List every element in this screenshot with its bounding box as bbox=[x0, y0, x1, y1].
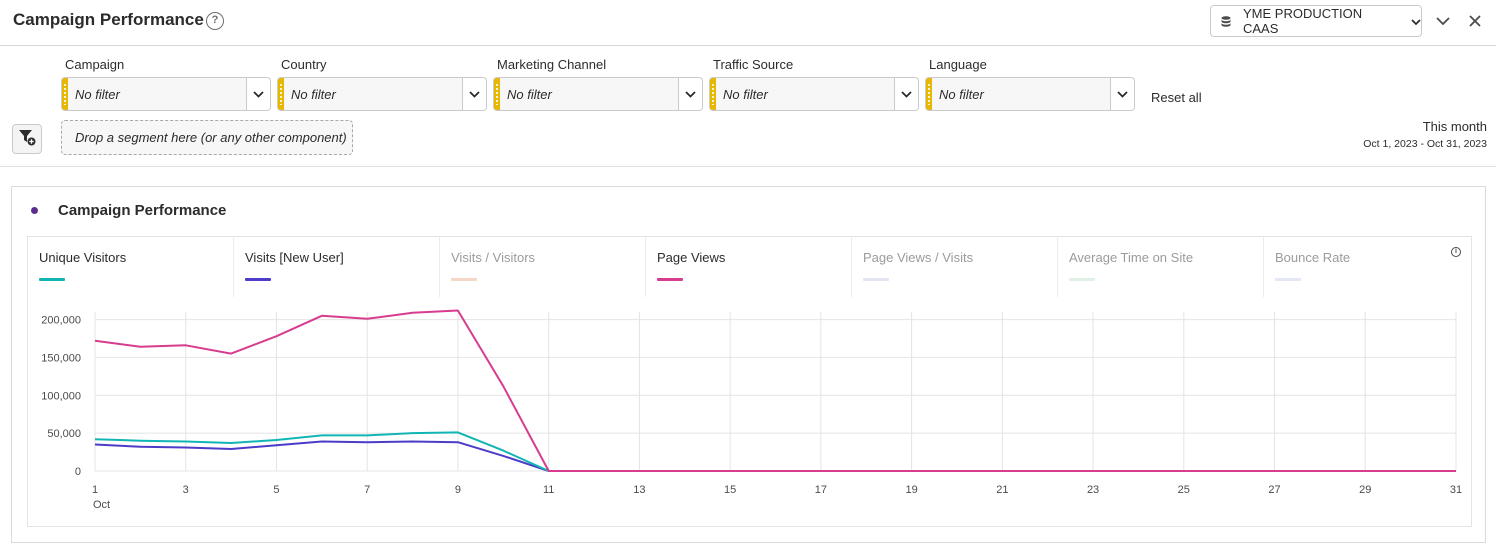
x-tick-label: 9 bbox=[455, 484, 461, 496]
series-line-page-views bbox=[94, 309, 1456, 472]
chevron-down-icon[interactable] bbox=[678, 78, 702, 110]
x-tick-label: 1 bbox=[92, 484, 98, 496]
x-tick-label: 7 bbox=[364, 484, 370, 496]
filter-value: No filter bbox=[291, 87, 336, 102]
x-tick-label: 31 bbox=[1450, 484, 1462, 496]
drag-handle-icon[interactable] bbox=[62, 78, 68, 110]
collapse-chevron-icon[interactable] bbox=[1434, 12, 1452, 30]
date-range-label[interactable]: This month bbox=[1423, 119, 1487, 134]
report-suite-button[interactable]: YME PRODUCTION CAAS bbox=[1210, 5, 1422, 37]
filter-country: Country No filter bbox=[277, 57, 487, 111]
metric-color-swatch bbox=[1275, 278, 1301, 281]
date-range-value[interactable]: Oct 1, 2023 - Oct 31, 2023 bbox=[1363, 138, 1487, 150]
add-segment-filter-button[interactable] bbox=[12, 124, 42, 154]
filter-value: No filter bbox=[75, 87, 120, 102]
metric-label: Page Views bbox=[657, 250, 726, 265]
x-tick-label: 3 bbox=[183, 484, 189, 496]
filter-value: No filter bbox=[939, 87, 984, 102]
metric-color-swatch bbox=[657, 278, 683, 281]
filter-add-icon bbox=[18, 128, 36, 151]
metric-tab[interactable]: Bounce Rate bbox=[1264, 237, 1470, 297]
line-chart: 050,000100,000150,000200,0001 3 5 7 9 11 13 15 1… bbox=[41, 309, 1462, 511]
x-axis-month-label: Oct bbox=[93, 499, 110, 511]
filter-dropdown[interactable]: No filter bbox=[925, 77, 1135, 111]
campaign-performance-panel: Campaign Performance Bounce Rate Average … bbox=[11, 186, 1486, 543]
filter-label: Traffic Source bbox=[713, 57, 794, 72]
y-tick-label: 200,000 bbox=[41, 315, 81, 327]
info-icon[interactable]: i bbox=[1451, 247, 1461, 257]
filter-label: Language bbox=[929, 57, 987, 72]
x-tick-label: 27 bbox=[1268, 484, 1280, 496]
filter-marketing-channel: Marketing Channel No filter bbox=[493, 57, 703, 111]
x-tick-label: 13 bbox=[633, 484, 645, 496]
chevron-down-icon[interactable] bbox=[894, 78, 918, 110]
filter-dropdown[interactable]: No filter bbox=[709, 77, 919, 111]
metric-color-swatch bbox=[451, 278, 477, 281]
metric-tab[interactable]: Visits / Visitors bbox=[440, 237, 646, 297]
drag-handle-icon[interactable] bbox=[278, 78, 284, 110]
metric-tab[interactable]: Page Views / Visits bbox=[852, 237, 1058, 297]
page-title: Campaign Performance bbox=[13, 10, 204, 29]
metric-label: Visits [New User] bbox=[245, 250, 344, 265]
x-tick-label: 19 bbox=[905, 484, 917, 496]
filter-dropdown[interactable]: No filter bbox=[277, 77, 487, 111]
filter-dropdown[interactable]: No filter bbox=[61, 77, 271, 111]
x-tick-label: 25 bbox=[1178, 484, 1190, 496]
metric-label: Unique Visitors bbox=[39, 250, 127, 265]
x-tick-label: 17 bbox=[815, 484, 827, 496]
filter-dropdown[interactable]: No filter bbox=[493, 77, 703, 111]
metric-tab[interactable]: Visits [New User] bbox=[234, 237, 440, 297]
filter-language: Language No filter bbox=[925, 57, 1135, 111]
metric-color-swatch bbox=[245, 278, 271, 281]
y-tick-label: 0 bbox=[75, 466, 81, 478]
x-tick-label: 11 bbox=[543, 484, 554, 496]
y-tick-label: 50,000 bbox=[47, 428, 81, 440]
metric-label: Average Time on Site bbox=[1069, 250, 1194, 265]
chevron-down-icon[interactable] bbox=[1110, 78, 1134, 110]
filter-bar: Campaign No filter Country No filter Mar… bbox=[0, 47, 1496, 167]
x-tick-label: 23 bbox=[1087, 484, 1099, 496]
help-icon[interactable]: ? bbox=[206, 12, 224, 30]
filter-value: No filter bbox=[507, 87, 552, 102]
filter-label: Marketing Channel bbox=[497, 57, 607, 72]
panel-status-dot bbox=[31, 207, 38, 214]
filter-label: Country bbox=[281, 57, 327, 72]
x-tick-label: 5 bbox=[273, 484, 279, 496]
segment-drop-zone[interactable]: Drop a segment here (or any other compon… bbox=[61, 120, 353, 155]
database-icon bbox=[1221, 15, 1231, 27]
metric-color-swatch bbox=[39, 278, 65, 281]
chevron-down-icon bbox=[1411, 14, 1421, 29]
filter-value: No filter bbox=[723, 87, 768, 102]
panel-title: Campaign Performance bbox=[58, 202, 227, 219]
metric-tab[interactable]: Unique Visitors bbox=[28, 237, 234, 297]
close-icon[interactable] bbox=[1466, 12, 1484, 30]
filter-label: Campaign bbox=[65, 57, 125, 72]
drag-handle-icon[interactable] bbox=[926, 78, 932, 110]
chevron-down-icon[interactable] bbox=[246, 78, 270, 110]
metric-color-swatch bbox=[1069, 278, 1095, 281]
metric-label: Bounce Rate bbox=[1275, 250, 1351, 265]
line-chart-visualization: Bounce Rate Average Time on Site Page View… bbox=[27, 236, 1472, 527]
report-suite-label: YME PRODUCTION CAAS bbox=[1243, 6, 1363, 36]
x-tick-label: 21 bbox=[996, 484, 1008, 496]
top-bar: Campaign Performance ? YME PRODUCTION CA… bbox=[0, 0, 1496, 46]
metric-label: Page Views / Visits bbox=[863, 250, 974, 265]
y-tick-label: 150,000 bbox=[41, 352, 81, 364]
reset-all-button[interactable]: Reset all bbox=[1151, 90, 1202, 105]
filter-traffic-source: Traffic Source No filter bbox=[709, 57, 919, 111]
drag-handle-icon[interactable] bbox=[710, 78, 716, 110]
metric-tab[interactable]: Average Time on Site bbox=[1058, 237, 1264, 297]
metric-color-swatch bbox=[863, 278, 889, 281]
series-line-unique-visitors bbox=[94, 431, 1456, 472]
x-tick-label: 29 bbox=[1359, 484, 1371, 496]
metric-tabs: Bounce Rate Average Time on Site Page View… bbox=[28, 237, 1471, 297]
drag-handle-icon[interactable] bbox=[494, 78, 500, 110]
y-tick-label: 100,000 bbox=[41, 390, 81, 402]
series-line-visits-new-user bbox=[94, 440, 1456, 472]
x-tick-label: 15 bbox=[724, 484, 736, 496]
filter-campaign: Campaign No filter bbox=[61, 57, 271, 111]
metric-tab[interactable]: Page Views bbox=[646, 237, 852, 297]
metric-label: Visits / Visitors bbox=[451, 250, 536, 265]
chevron-down-icon[interactable] bbox=[462, 78, 486, 110]
